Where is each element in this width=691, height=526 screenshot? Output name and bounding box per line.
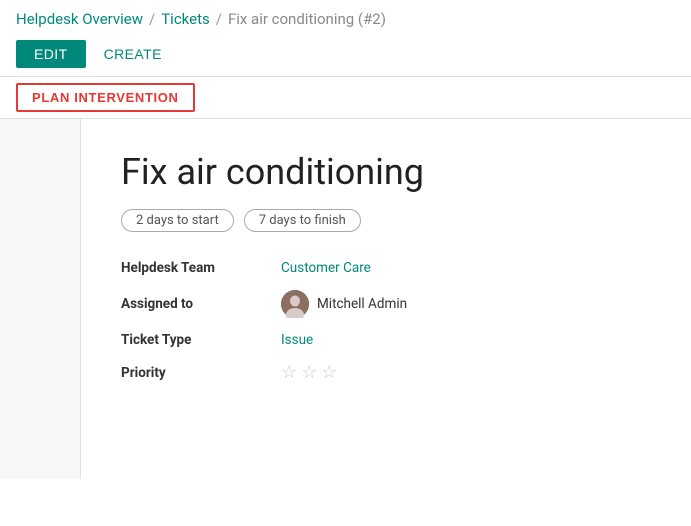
tags-row: 2 days to start 7 days to finish [121,209,651,232]
breadcrumb-current: Fix air conditioning (#2) [228,10,386,28]
ticket-title: Fix air conditioning [121,151,651,193]
type-value: Issue [281,332,651,348]
team-value: Customer Care [281,260,651,276]
plan-intervention-button[interactable]: PLAN INTERVENTION [16,83,195,112]
type-link[interactable]: Issue [281,332,313,348]
edit-button[interactable]: EDIT [16,40,86,68]
ticket-fields: Helpdesk Team Customer Care Assigned to … [121,260,651,383]
assigned-label: Assigned to [121,296,281,312]
star-1[interactable]: ☆ [281,362,297,383]
breadcrumb-sep1: / [149,10,155,28]
create-button[interactable]: CREATE [98,40,168,68]
breadcrumb-sep2: / [216,10,222,28]
ticket-card: Fix air conditioning 2 days to start 7 d… [80,119,691,479]
star-3[interactable]: ☆ [321,362,337,383]
tag-start: 2 days to start [121,209,234,232]
breadcrumb: Helpdesk Overview / Tickets / Fix air co… [0,0,691,36]
assigned-name: Mitchell Admin [317,296,407,312]
main-content: Fix air conditioning 2 days to start 7 d… [0,119,691,479]
priority-stars: ☆ ☆ ☆ [281,362,651,383]
avatar [281,290,309,318]
priority-label: Priority [121,365,281,381]
star-2[interactable]: ☆ [301,362,317,383]
breadcrumb-helpdesk[interactable]: Helpdesk Overview [16,10,143,28]
avatar-icon [281,290,309,318]
tag-finish: 7 days to finish [244,209,361,232]
assigned-value: Mitchell Admin [281,290,651,318]
breadcrumb-tickets[interactable]: Tickets [161,10,210,28]
type-label: Ticket Type [121,332,281,348]
toolbar: EDIT CREATE [0,36,691,76]
team-label: Helpdesk Team [121,260,281,276]
plan-bar: PLAN INTERVENTION [0,77,691,118]
team-link[interactable]: Customer Care [281,260,371,276]
